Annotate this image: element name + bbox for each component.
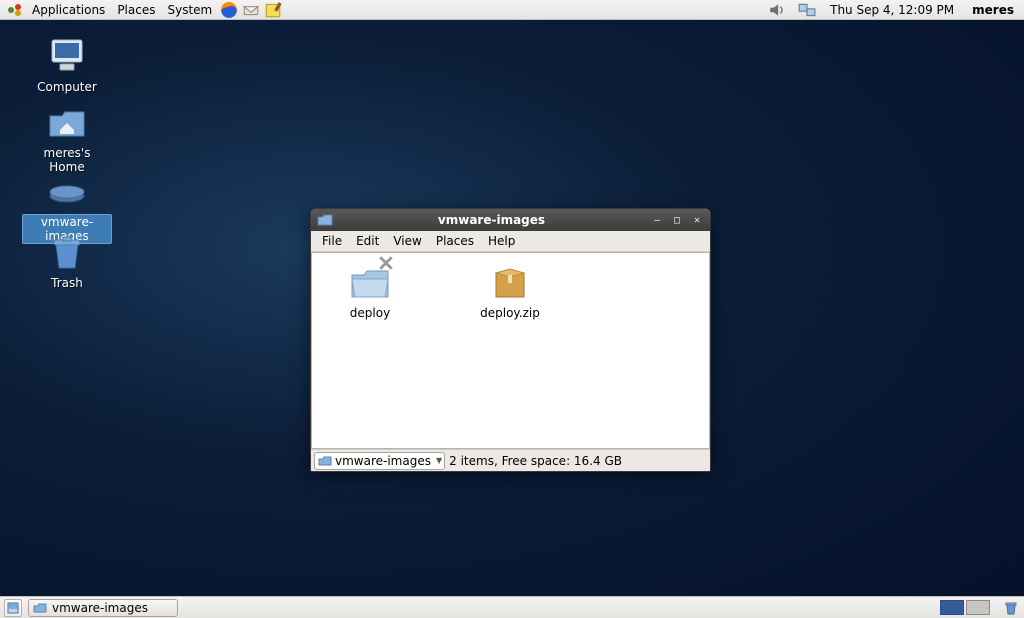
desktop-icon-label: Computer: [34, 80, 100, 94]
clock[interactable]: Thu Sep 4, 12:09 PM: [826, 1, 958, 19]
desktop[interactable]: Computer meres's Home vmware-images Tras…: [0, 20, 1024, 596]
applications-menu[interactable]: Applications: [26, 1, 111, 19]
desktop-icon-label: Trash: [48, 276, 86, 290]
desktop-icon-computer[interactable]: Computer: [22, 36, 112, 94]
user-menu[interactable]: meres: [966, 1, 1020, 19]
close-button[interactable]: ✕: [690, 213, 704, 227]
workspace-2[interactable]: [966, 600, 990, 615]
trash-icon: [46, 232, 88, 274]
menu-places[interactable]: Places: [429, 233, 481, 249]
desktop-icon-trash[interactable]: Trash: [22, 232, 112, 290]
menu-edit[interactable]: Edit: [349, 233, 386, 249]
desktop-icon-home[interactable]: meres's Home: [22, 102, 112, 174]
computer-icon: [46, 36, 88, 78]
window-titlebar[interactable]: vmware-images — □ ✕: [311, 209, 710, 231]
firefox-launcher[interactable]: [220, 1, 238, 19]
file-item-deploy-zip[interactable]: deploy.zip: [470, 261, 550, 320]
places-menu[interactable]: Places: [111, 1, 161, 19]
taskbar-button-vmware-images[interactable]: vmware-images: [28, 599, 178, 617]
archive-icon: [490, 261, 530, 303]
email-launcher[interactable]: [242, 1, 260, 19]
workspace-switcher: [940, 600, 990, 615]
minimize-button[interactable]: —: [650, 213, 664, 227]
taskbar-button-label: vmware-images: [52, 601, 148, 615]
folder-icon: [318, 454, 332, 468]
chevron-down-icon: ▼: [434, 456, 442, 465]
file-label: deploy.zip: [480, 306, 540, 320]
menu-view[interactable]: View: [386, 233, 428, 249]
notes-launcher[interactable]: [264, 1, 282, 19]
system-menu[interactable]: System: [161, 1, 218, 19]
file-item-deploy-folder[interactable]: deploy: [330, 261, 410, 320]
workspace-1[interactable]: [940, 600, 964, 615]
menu-help[interactable]: Help: [481, 233, 522, 249]
status-text: 2 items, Free space: 16.4 GB: [449, 454, 622, 468]
window-menubar: File Edit View Places Help: [311, 231, 710, 252]
folder-icon: [350, 261, 390, 303]
window-title: vmware-images: [333, 213, 650, 227]
file-view[interactable]: deploy deploy.zip: [311, 252, 710, 449]
path-selector[interactable]: vmware-images ▼: [314, 452, 445, 470]
file-manager-window: vmware-images — □ ✕ File Edit View Place…: [310, 208, 711, 472]
panel-trash-applet[interactable]: [1002, 599, 1020, 617]
drive-icon: [46, 170, 88, 212]
window-statusbar: vmware-images ▼ 2 items, Free space: 16.…: [311, 449, 710, 471]
top-panel: Applications Places System Thu Sep 4, 12…: [0, 0, 1024, 20]
volume-icon[interactable]: [768, 1, 786, 19]
maximize-button[interactable]: □: [670, 213, 684, 227]
distro-icon: [6, 1, 24, 19]
bottom-panel: vmware-images: [0, 596, 1024, 618]
home-folder-icon: [46, 102, 88, 144]
file-label: deploy: [350, 306, 390, 320]
network-icon[interactable]: [798, 1, 816, 19]
menu-file[interactable]: File: [315, 233, 349, 249]
path-selector-label: vmware-images: [335, 454, 431, 468]
folder-icon: [317, 212, 333, 228]
show-desktop-button[interactable]: [4, 599, 22, 617]
folder-icon: [33, 601, 47, 615]
